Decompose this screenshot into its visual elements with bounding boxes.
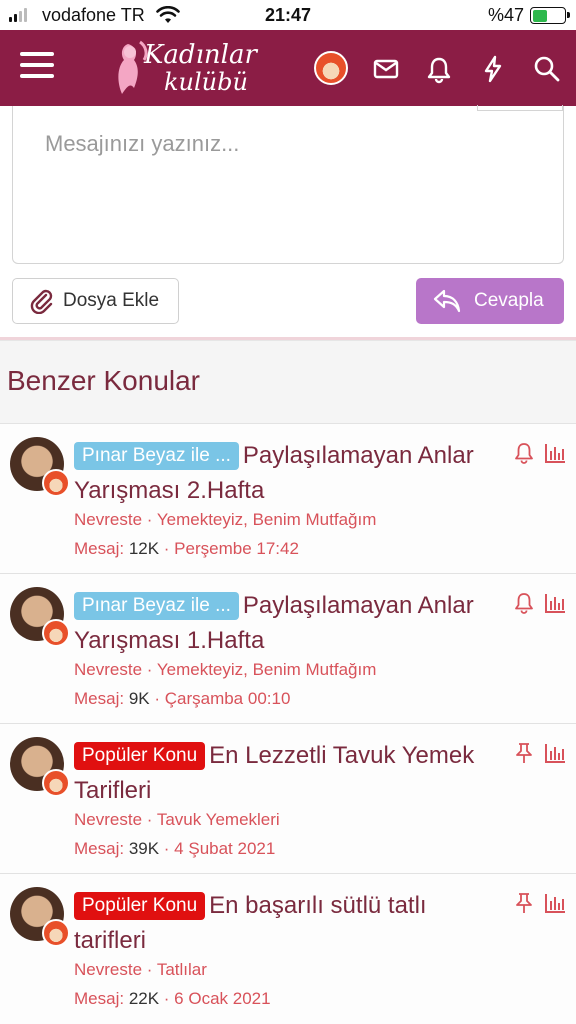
thread-author[interactable]: Nevreste <box>74 810 142 829</box>
thread-date[interactable]: Çarşamba 00:10 <box>165 689 291 708</box>
menu-icon[interactable] <box>20 52 54 82</box>
attach-file-button[interactable]: Dosya Ekle <box>12 278 179 324</box>
battery-icon <box>530 7 570 24</box>
thread-title[interactable]: Pınar Beyaz ile ... Paylaşılamayan Anlar … <box>74 588 504 658</box>
bell-icon[interactable] <box>424 54 454 84</box>
messages-label: Mesaj: <box>74 539 125 558</box>
stats-chart-icon[interactable] <box>543 742 567 764</box>
thread-prefix-badge[interactable]: Popüler Konu <box>74 742 206 770</box>
stats-chart-icon[interactable] <box>543 892 567 914</box>
thread-title[interactable]: Popüler Konu En Lezzetli Tavuk Yemek Tari… <box>74 738 504 808</box>
reply-label: Cevapla <box>474 290 544 311</box>
editor-toolbar-edge <box>477 105 563 111</box>
messages-count: 39K <box>128 839 160 858</box>
search-icon[interactable] <box>532 54 562 84</box>
attach-file-label: Dosya Ekle <box>63 290 160 311</box>
thread-item[interactable]: Popüler Konu En başarılı sütlü tatlı tari… <box>0 874 576 1024</box>
last-poster-avatar[interactable] <box>42 469 70 497</box>
thread-meta: Nevreste · Tavuk Yemekleri <box>74 810 280 829</box>
thread-title[interactable]: Popüler Konu En başarılı sütlü tatlı tari… <box>74 888 504 958</box>
messages-label: Mesaj: <box>74 839 125 858</box>
battery-percent: %47 <box>487 5 524 25</box>
app-header: Kadınlar kulübü <box>0 30 576 106</box>
thread-author[interactable]: Nevreste <box>74 960 142 979</box>
thread-title[interactable]: Pınar Beyaz ile ... Paylaşılamayan Anlar … <box>74 438 504 508</box>
mail-icon[interactable] <box>371 54 401 84</box>
thread-item[interactable]: Popüler Konu En Lezzetli Tavuk Yemek Tari… <box>0 724 576 874</box>
reply-arrow-icon <box>433 289 461 313</box>
pin-icon <box>513 892 535 914</box>
thread-prefix-badge[interactable]: Pınar Beyaz ile ... <box>74 592 239 620</box>
thread-forum[interactable]: Yemekteyiz, Benim Mutfağım <box>157 510 377 529</box>
status-bar: vodafone TR 21:47 %47 <box>0 0 576 30</box>
thread-item[interactable]: Pınar Beyaz ile ... Paylaşılamayan Anlar … <box>0 424 576 574</box>
thread-meta: Nevreste · Tatlılar <box>74 960 207 979</box>
bell-icon <box>513 442 535 464</box>
logo-text-line2: kulübü <box>164 68 248 96</box>
similar-topics-header: Benzer Konular <box>0 340 576 424</box>
thread-meta: Nevreste · Yemekteyiz, Benim Mutfağım <box>74 660 377 679</box>
thread-forum[interactable]: Yemekteyiz, Benim Mutfağım <box>157 660 377 679</box>
paperclip-icon <box>30 289 53 314</box>
messages-label: Mesaj: <box>74 989 125 1008</box>
stats-chart-icon[interactable] <box>543 592 567 614</box>
thread-author[interactable]: Nevreste <box>74 510 142 529</box>
message-editor[interactable]: Mesajınızı yazınız... <box>12 105 564 264</box>
reply-button[interactable]: Cevapla <box>416 278 564 324</box>
messages-count: 9K <box>128 689 150 708</box>
thread-meta: Nevreste · Yemekteyiz, Benim Mutfağım <box>74 510 377 529</box>
thread-stats: Mesaj: 39K · 4 Şubat 2021 <box>74 839 276 858</box>
site-logo[interactable]: Kadınlar kulübü <box>110 36 260 100</box>
reply-editor-section: Mesajınızı yazınız... Dosya Ekle Cevapla <box>0 105 576 340</box>
thread-date[interactable]: Perşembe 17:42 <box>174 539 299 558</box>
thread-author[interactable]: Nevreste <box>74 660 142 679</box>
thread-prefix-badge[interactable]: Pınar Beyaz ile ... <box>74 442 239 470</box>
thread-date[interactable]: 6 Ocak 2021 <box>174 989 270 1008</box>
message-placeholder: Mesajınızı yazınız... <box>45 131 240 156</box>
stats-chart-icon[interactable] <box>543 442 567 464</box>
thread-date[interactable]: 4 Şubat 2021 <box>174 839 275 858</box>
thread-stats: Mesaj: 12K · Perşembe 17:42 <box>74 539 299 558</box>
user-avatar[interactable] <box>314 51 348 85</box>
bell-icon <box>513 592 535 614</box>
thread-stats: Mesaj: 9K · Çarşamba 00:10 <box>74 689 291 708</box>
thread-stats: Mesaj: 22K · 6 Ocak 2021 <box>74 989 271 1008</box>
thread-forum[interactable]: Tavuk Yemekleri <box>157 810 280 829</box>
bolt-icon[interactable] <box>478 54 508 84</box>
thread-prefix-badge[interactable]: Popüler Konu <box>74 892 206 920</box>
messages-count: 22K <box>128 989 160 1008</box>
similar-topics-list: Pınar Beyaz ile ... Paylaşılamayan Anlar … <box>0 424 576 1024</box>
thread-item[interactable]: Pınar Beyaz ile ... Paylaşılamayan Anlar … <box>0 574 576 724</box>
messages-count: 12K <box>128 539 160 558</box>
thread-forum[interactable]: Tatlılar <box>157 960 207 979</box>
logo-text-line1: Kadınlar <box>144 40 257 70</box>
messages-label: Mesaj: <box>74 689 125 708</box>
similar-topics-title: Benzer Konular <box>7 365 201 396</box>
last-poster-avatar[interactable] <box>42 769 70 797</box>
pin-icon <box>513 742 535 764</box>
last-poster-avatar[interactable] <box>42 919 70 947</box>
last-poster-avatar[interactable] <box>42 619 70 647</box>
